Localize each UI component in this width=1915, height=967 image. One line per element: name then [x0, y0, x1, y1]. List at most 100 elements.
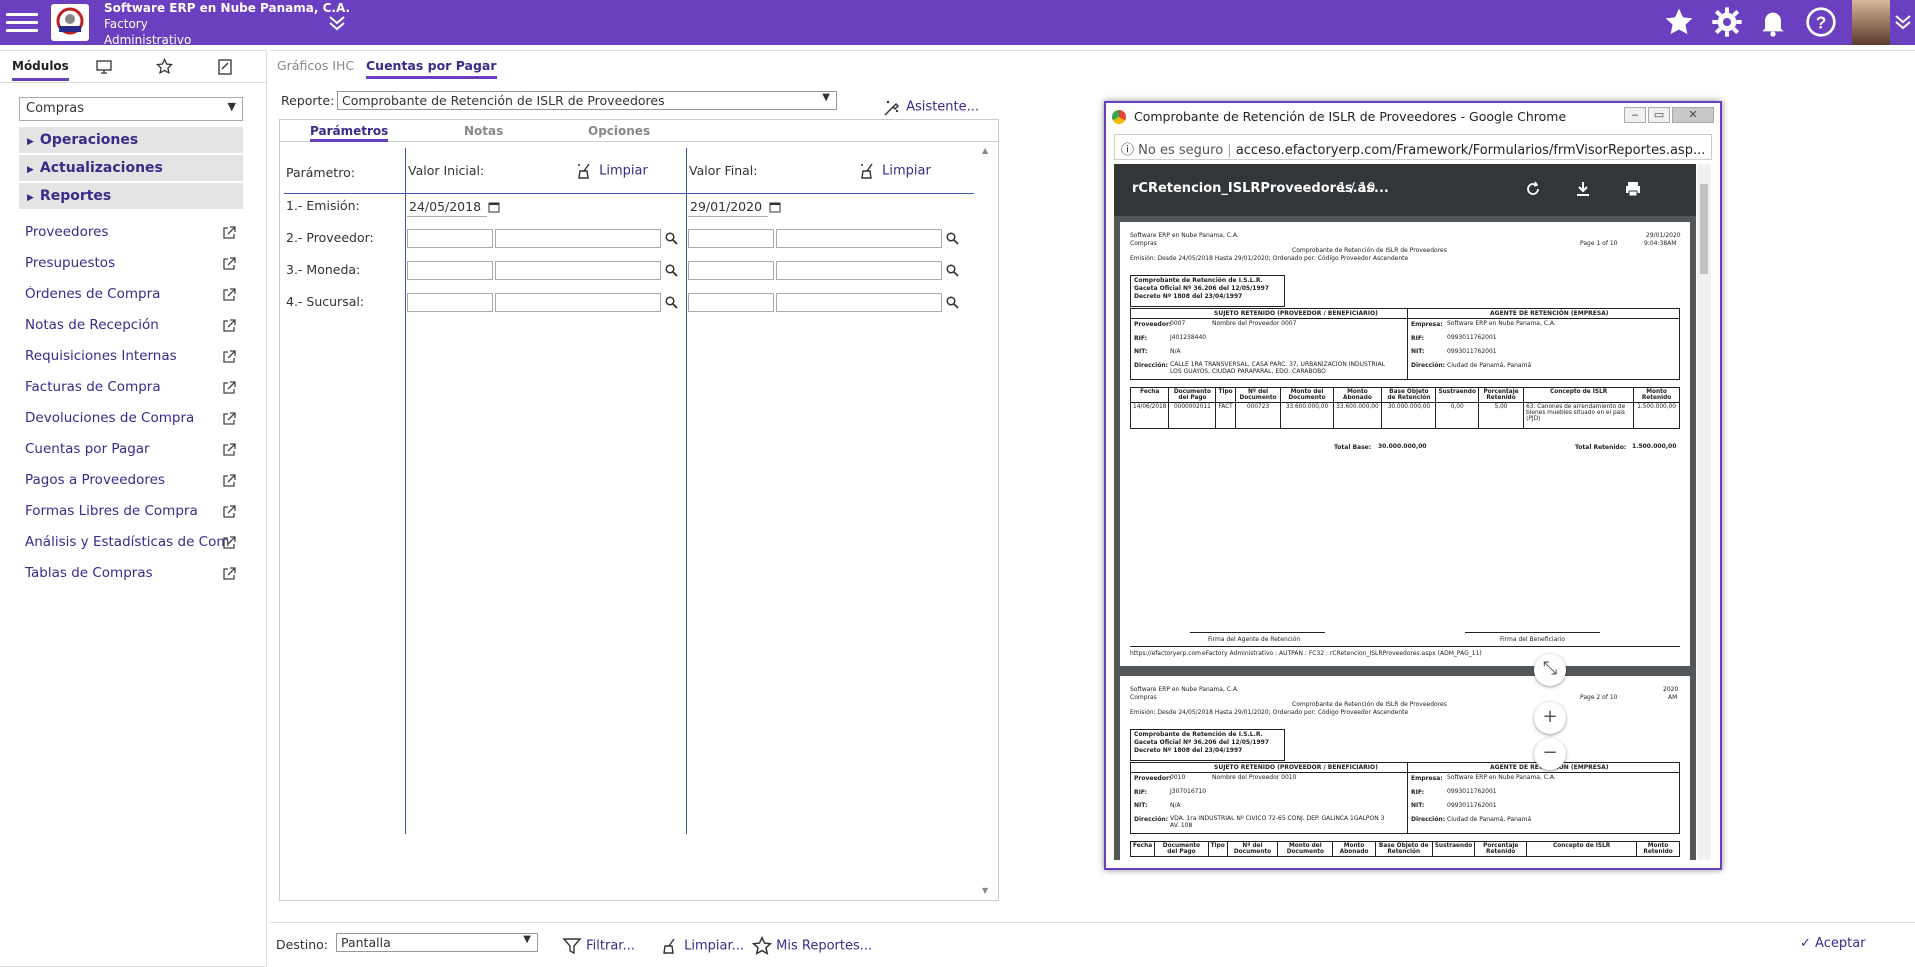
sucursal-inicial-code[interactable]: [407, 293, 493, 312]
param-label-sucursal: 4.- Sucursal:: [286, 294, 365, 309]
zoom-out-icon[interactable]: −: [1534, 738, 1566, 770]
sidebar-item-8[interactable]: Cuentas por Pagar: [25, 441, 245, 461]
sidebar-item-4[interactable]: Notas de Recepción: [25, 317, 245, 337]
window-titlebar[interactable]: Comprobante de Retención de ISLR de Prov…: [1106, 103, 1720, 131]
scroll-down-icon[interactable]: ▼: [982, 886, 988, 895]
sidebar-item-2[interactable]: Presupuestos: [25, 255, 245, 275]
tab-cuentas-por-pagar[interactable]: Cuentas por Pagar: [366, 58, 497, 79]
info-icon[interactable]: ⓘ: [1121, 143, 1134, 158]
reporte-select[interactable]: Comprobante de Retención de ISLR de Prov…: [337, 91, 837, 110]
pdf2-filter: Emisión: Desde 24/05/2018 Hasta 29/01/20…: [1130, 709, 1409, 716]
sidebar-item-9[interactable]: Pagos a Proveedores: [25, 472, 245, 492]
filtrar-button[interactable]: Filtrar...: [562, 936, 635, 956]
tab-notas[interactable]: Notas: [464, 124, 503, 138]
sidebar-item-5[interactable]: Requisiciones Internas: [25, 348, 245, 368]
search-icon[interactable]: [946, 232, 959, 245]
section-reportes[interactable]: ▶ Reportes: [19, 183, 243, 210]
sidebar-item-1[interactable]: Proveedores: [25, 224, 245, 244]
minimize-button[interactable]: ‒: [1624, 107, 1646, 123]
close-button[interactable]: ✕: [1672, 107, 1714, 123]
module-select[interactable]: Compras ▼: [19, 97, 243, 121]
zoom-in-icon[interactable]: +: [1534, 702, 1566, 734]
search-icon[interactable]: [665, 264, 678, 277]
menu-icon[interactable]: [6, 8, 38, 36]
mis-reportes-button[interactable]: Mis Reportes...: [751, 935, 872, 956]
proveedor-final-code[interactable]: [688, 229, 774, 248]
chevron-double-down-icon[interactable]: [326, 12, 348, 38]
external-link-icon[interactable]: [222, 257, 236, 271]
search-icon[interactable]: [946, 296, 959, 309]
user-avatar[interactable]: [1852, 0, 1890, 45]
calendar-icon[interactable]: [488, 201, 501, 214]
top-bar: Software ERP en Nube Panama, C.A. Factor…: [0, 0, 1915, 47]
proveedor-inicial-code[interactable]: [407, 229, 493, 248]
gear-icon[interactable]: [1711, 6, 1743, 38]
external-link-icon[interactable]: [222, 567, 236, 581]
rotate-icon[interactable]: [1524, 180, 1542, 198]
limpiar-inicial-button[interactable]: Limpiar: [575, 161, 648, 181]
sucursal-final-name[interactable]: [776, 293, 942, 312]
aceptar-button[interactable]: ✓ Aceptar: [1800, 936, 1866, 951]
limpiar-final-button[interactable]: Limpiar: [858, 161, 931, 181]
search-icon[interactable]: [946, 264, 959, 277]
proveedor-inicial-name[interactable]: [495, 229, 661, 248]
search-icon[interactable]: [665, 232, 678, 245]
external-link-icon[interactable]: [222, 505, 236, 519]
moneda-final-name[interactable]: [776, 261, 942, 280]
sucursal-final-code[interactable]: [688, 293, 774, 312]
external-link-icon[interactable]: [222, 350, 236, 364]
scroll-up-icon[interactable]: ▲: [982, 146, 988, 155]
external-link-icon[interactable]: [222, 412, 236, 426]
external-link-icon[interactable]: [222, 319, 236, 333]
external-link-icon[interactable]: [222, 288, 236, 302]
section-actualizaciones[interactable]: ▶ Actualizaciones: [19, 155, 243, 182]
asistente-button[interactable]: Asistente...: [882, 97, 979, 117]
emision-final-input[interactable]: 29/01/2020: [688, 198, 768, 217]
tab-parametros[interactable]: Parámetros: [310, 124, 389, 142]
external-link-icon[interactable]: [222, 226, 236, 240]
external-link-icon[interactable]: [222, 443, 236, 457]
limpiar-bottom-button[interactable]: Limpiar...: [660, 936, 744, 956]
emision-inicial-input[interactable]: 24/05/2018: [407, 198, 487, 217]
star-icon[interactable]: [1663, 6, 1695, 38]
bell-icon[interactable]: [1757, 6, 1789, 38]
section-operaciones[interactable]: ▶ Operaciones: [19, 127, 243, 154]
pdf-document-area[interactable]: Software ERP en Nube Panama, C.A. Compra…: [1114, 216, 1696, 860]
external-link-icon[interactable]: [222, 381, 236, 395]
tab-modulos[interactable]: Módulos: [12, 59, 69, 81]
search-icon[interactable]: [665, 296, 678, 309]
proveedor-final-name[interactable]: [776, 229, 942, 248]
sidebar-item-11[interactable]: Análisis y Estadísticas de Com: [25, 534, 245, 554]
report-icon[interactable]: [218, 59, 232, 78]
sidebar-item-3[interactable]: Órdenes de Compra: [25, 286, 245, 306]
fit-page-icon[interactable]: ⤡: [1534, 654, 1566, 686]
moneda-final-code[interactable]: [688, 261, 774, 280]
tab-graficos-ihc[interactable]: Gráficos IHC: [277, 58, 354, 73]
monitor-icon[interactable]: [96, 60, 112, 77]
tab-opciones[interactable]: Opciones: [588, 124, 650, 138]
sidebar-item-7[interactable]: Devoluciones de Compra: [25, 410, 245, 430]
external-link-icon[interactable]: [222, 536, 236, 550]
download-icon[interactable]: [1574, 180, 1592, 198]
help-icon[interactable]: ?: [1805, 6, 1837, 38]
params-scrollbar[interactable]: ▲ ▼: [978, 142, 996, 900]
print-icon[interactable]: [1624, 180, 1642, 198]
pdf-scroll-thumb[interactable]: [1700, 184, 1708, 274]
maximize-button[interactable]: ▭: [1648, 107, 1670, 123]
moneda-inicial-name[interactable]: [495, 261, 661, 280]
star-outline-icon[interactable]: [155, 57, 174, 78]
sucursal-inicial-name[interactable]: [495, 293, 661, 312]
address-bar[interactable]: ⓘ No es seguro | acceso.efactoryerp.com/…: [1114, 134, 1712, 160]
window-controls: ‒ ▭ ✕: [1622, 106, 1714, 123]
sidebar-item-6[interactable]: Facturas de Compra: [25, 379, 245, 399]
pdf-scrollbar[interactable]: [1697, 164, 1711, 860]
sidebar-item-10[interactable]: Formas Libres de Compra: [25, 503, 245, 523]
moneda-inicial-code[interactable]: [407, 261, 493, 280]
sidebar-item-label: Órdenes de Compra: [25, 286, 161, 302]
sidebar-item-12[interactable]: Tablas de Compras: [25, 565, 245, 585]
destino-select[interactable]: Pantalla ▼: [336, 933, 538, 952]
calendar-icon[interactable]: [769, 201, 782, 214]
pdf2-detail-table: Fecha Documento del Pago Tipo Nº del Doc…: [1129, 841, 1680, 857]
chevron-down-icon[interactable]: [1892, 6, 1914, 38]
external-link-icon[interactable]: [222, 474, 236, 488]
